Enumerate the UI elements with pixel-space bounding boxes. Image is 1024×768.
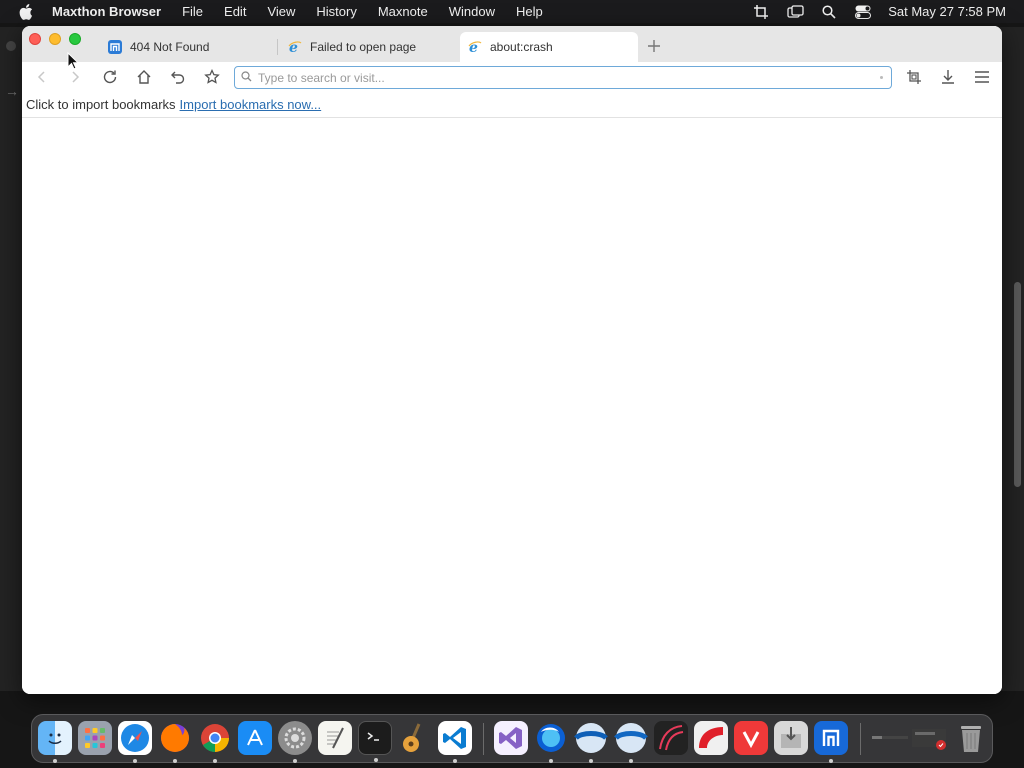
mouse-pointer-icon bbox=[67, 51, 80, 75]
dock-browser-b-icon[interactable] bbox=[614, 721, 648, 763]
menu-window[interactable]: Window bbox=[438, 0, 505, 23]
dock-vscode-icon[interactable] bbox=[438, 721, 472, 763]
new-tab-button[interactable] bbox=[644, 36, 664, 56]
dock-textedit-icon[interactable] bbox=[318, 721, 352, 755]
arrow-right-icon: → bbox=[5, 83, 19, 99]
close-window-button[interactable] bbox=[29, 33, 41, 45]
tab-bar: 404 Not Found e Failed to open page e ab… bbox=[22, 26, 1002, 62]
background-scrollbar[interactable] bbox=[1014, 282, 1021, 487]
dock-launchpad-icon[interactable] bbox=[78, 721, 112, 755]
spotlight-search-icon[interactable] bbox=[812, 4, 846, 19]
macos-menubar: Maxthon Browser File Edit View History M… bbox=[0, 0, 1024, 23]
tab-404-not-found[interactable]: 404 Not Found bbox=[100, 32, 278, 62]
browser-window: 404 Not Found e Failed to open page e ab… bbox=[22, 26, 1002, 694]
menu-history[interactable]: History bbox=[306, 0, 367, 23]
dock-firefox-developer-icon[interactable] bbox=[534, 721, 568, 763]
maxthon-icon bbox=[108, 40, 122, 54]
dock-installer-icon[interactable] bbox=[774, 721, 808, 755]
dock bbox=[31, 714, 993, 763]
address-input[interactable] bbox=[258, 70, 880, 85]
tab-failed-to-open-page[interactable]: e Failed to open page bbox=[280, 32, 458, 62]
menu-help[interactable]: Help bbox=[505, 0, 553, 23]
reload-button[interactable] bbox=[98, 65, 122, 89]
dock-system-preferences-icon[interactable] bbox=[278, 721, 312, 763]
menu-view[interactable]: View bbox=[257, 0, 306, 23]
dock-downloads-icon[interactable] bbox=[870, 721, 910, 755]
menubar-clock[interactable]: Sat May 27 7:58 PM bbox=[888, 4, 1006, 19]
import-bookmarks-link[interactable]: Import bookmarks now... bbox=[180, 97, 322, 112]
background-window-dot bbox=[6, 41, 16, 51]
navigation-toolbar bbox=[22, 62, 1002, 92]
address-dot-icon bbox=[880, 76, 883, 79]
window-controls bbox=[29, 33, 81, 45]
crop-icon[interactable] bbox=[744, 4, 778, 19]
dock-browser-d-icon[interactable] bbox=[694, 721, 728, 755]
bookmark-star-button[interactable] bbox=[200, 65, 224, 89]
dock-trash-icon[interactable] bbox=[954, 721, 988, 755]
menu-hamburger-icon[interactable] bbox=[970, 65, 994, 89]
tab-title: about:crash bbox=[490, 40, 553, 54]
search-icon bbox=[241, 69, 252, 87]
bookmark-bar: Click to import bookmarks Import bookmar… bbox=[22, 92, 1002, 118]
ie-icon: e bbox=[468, 40, 482, 54]
tab-about-crash[interactable]: e about:crash bbox=[460, 32, 638, 62]
dock-chrome-icon[interactable] bbox=[198, 721, 232, 763]
dock-browser-c-icon[interactable] bbox=[654, 721, 688, 755]
menu-app-name[interactable]: Maxthon Browser bbox=[52, 0, 172, 23]
dock-browser-a-icon[interactable] bbox=[574, 721, 608, 763]
dock-safari-icon[interactable] bbox=[118, 721, 152, 763]
ie-icon: e bbox=[288, 40, 302, 54]
menu-maxnote[interactable]: Maxnote bbox=[367, 0, 438, 23]
tab-title: 404 Not Found bbox=[130, 40, 210, 54]
dock-garageband-icon[interactable] bbox=[398, 721, 432, 755]
download-button[interactable] bbox=[936, 65, 960, 89]
dock-terminal-icon[interactable] bbox=[358, 721, 392, 762]
dock-finder-icon[interactable] bbox=[38, 721, 72, 763]
dock-maxthon-icon[interactable] bbox=[814, 721, 848, 763]
control-center-icon[interactable] bbox=[846, 5, 880, 19]
minimize-window-button[interactable] bbox=[49, 33, 61, 45]
dock-app-store-icon[interactable] bbox=[238, 721, 272, 755]
screen-mirroring-icon[interactable] bbox=[778, 4, 812, 19]
apple-menu-icon[interactable] bbox=[0, 3, 52, 20]
tab-title: Failed to open page bbox=[310, 40, 417, 54]
dock-visual-studio-icon[interactable] bbox=[494, 721, 528, 755]
dock-separator bbox=[483, 723, 484, 755]
dock-firefox-icon[interactable] bbox=[158, 721, 192, 763]
dock-separator bbox=[860, 723, 861, 755]
menu-edit[interactable]: Edit bbox=[214, 0, 257, 23]
dock-screen-recording-icon[interactable] bbox=[910, 721, 950, 755]
menu-file[interactable]: File bbox=[172, 0, 214, 23]
back-button[interactable] bbox=[30, 65, 54, 89]
dock-vivaldi-icon[interactable] bbox=[734, 721, 768, 755]
address-bar[interactable] bbox=[234, 66, 892, 89]
maximize-window-button[interactable] bbox=[69, 33, 81, 45]
import-bookmarks-prompt: Click to import bookmarks bbox=[26, 97, 176, 112]
home-button[interactable] bbox=[132, 65, 156, 89]
undo-close-tab-button[interactable] bbox=[166, 65, 190, 89]
tab-separator bbox=[277, 39, 278, 55]
screenshot-button[interactable] bbox=[902, 65, 926, 89]
page-content[interactable] bbox=[22, 118, 1002, 694]
